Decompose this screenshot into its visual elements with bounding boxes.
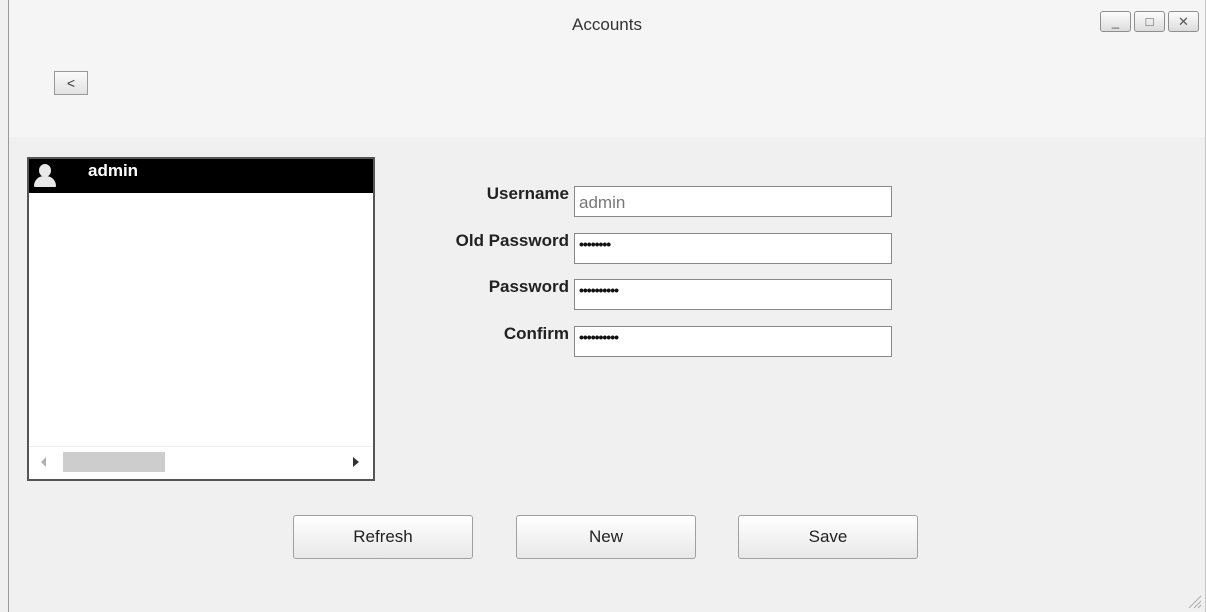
back-icon: < [66,75,76,91]
username-label: Username [486,184,569,203]
minimize-button[interactable]: _ [1100,11,1131,32]
window-controls: _ □ ✕ [1100,11,1199,32]
username-row: Username [389,180,899,217]
horizontal-scrollbar[interactable] [29,446,373,479]
maximize-button[interactable]: □ [1134,11,1165,32]
save-button[interactable]: Save [738,515,918,559]
list-item-label: admin [88,161,139,180]
confirm-row: Confirm •••••••••• [389,320,899,357]
username-field[interactable] [574,186,892,217]
close-button[interactable]: ✕ [1168,11,1199,32]
resize-grip-icon[interactable] [1186,593,1202,609]
window-header: Accounts _ □ ✕ < [9,0,1205,137]
old-password-row: Old Password •••••••• [389,227,899,264]
accounts-window: Accounts _ □ ✕ < admin Username admin Ol… [8,0,1206,612]
back-button[interactable]: < [54,71,88,95]
user-icon [32,159,60,193]
password-row: Password •••••••••• [389,273,899,310]
close-icon: ✕ [1178,14,1189,29]
minimize-icon: _ [1111,14,1120,29]
password-label: Password [488,277,569,296]
old-password-field[interactable]: •••••••• [574,233,892,264]
refresh-button[interactable]: Refresh [293,515,473,559]
scrollbar-thumb[interactable] [63,452,165,472]
window-title: Accounts [572,15,642,34]
password-field[interactable]: •••••••••• [574,279,892,310]
accounts-list[interactable]: admin [27,157,375,481]
new-button[interactable]: New [516,515,696,559]
scroll-left-arrow-icon[interactable] [41,457,46,467]
confirm-password-field[interactable]: •••••••••• [574,326,892,357]
list-item[interactable]: admin [29,159,373,193]
old-password-label: Old Password [455,231,569,250]
confirm-label: Confirm [503,324,569,343]
maximize-icon: □ [1145,14,1154,29]
scroll-right-arrow-icon[interactable] [353,457,359,467]
